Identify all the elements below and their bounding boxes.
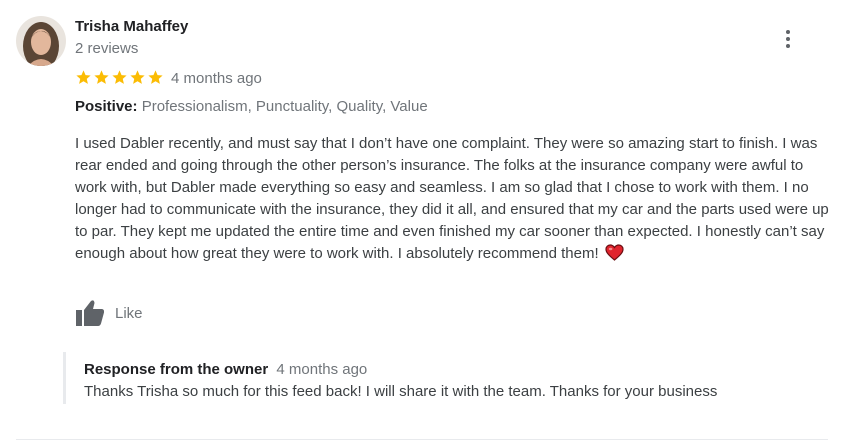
- response-header: Response from the owner 4 months ago: [84, 361, 367, 378]
- star-icon: [94, 70, 109, 84]
- thumbs-up-icon: [76, 300, 105, 326]
- like-button[interactable]: Like: [75, 298, 143, 328]
- avatar[interactable]: [16, 16, 66, 66]
- star-icon: [130, 70, 145, 84]
- star-icon: [76, 70, 91, 84]
- response-title: Response from the owner: [84, 361, 269, 378]
- positive-attributes: Positive: Professionalism, Punctuality, …: [75, 98, 428, 115]
- divider: [16, 439, 828, 440]
- reviewer-name[interactable]: Trisha Mahaffey: [75, 18, 188, 35]
- star-icon: [112, 70, 127, 84]
- positive-values: Professionalism, Punctuality, Quality, V…: [141, 98, 428, 115]
- review-date: 4 months ago: [171, 70, 262, 87]
- owner-response: Response from the owner 4 months ago Tha…: [63, 352, 821, 404]
- like-label: Like: [115, 304, 143, 322]
- star-rating: [75, 69, 164, 87]
- heart-icon: [605, 244, 624, 268]
- review-text: I used Dabler recently, and must say tha…: [75, 135, 829, 262]
- review-count[interactable]: 2 reviews: [75, 40, 138, 57]
- more-options-button[interactable]: [778, 28, 798, 50]
- positive-label: Positive:: [75, 98, 138, 115]
- more-vert-icon: [786, 30, 790, 48]
- response-date: 4 months ago: [276, 361, 368, 378]
- response-text: Thanks Trisha so much for this feed back…: [84, 383, 718, 400]
- review-body: I used Dabler recently, and must say tha…: [75, 133, 835, 268]
- star-icon: [148, 70, 163, 84]
